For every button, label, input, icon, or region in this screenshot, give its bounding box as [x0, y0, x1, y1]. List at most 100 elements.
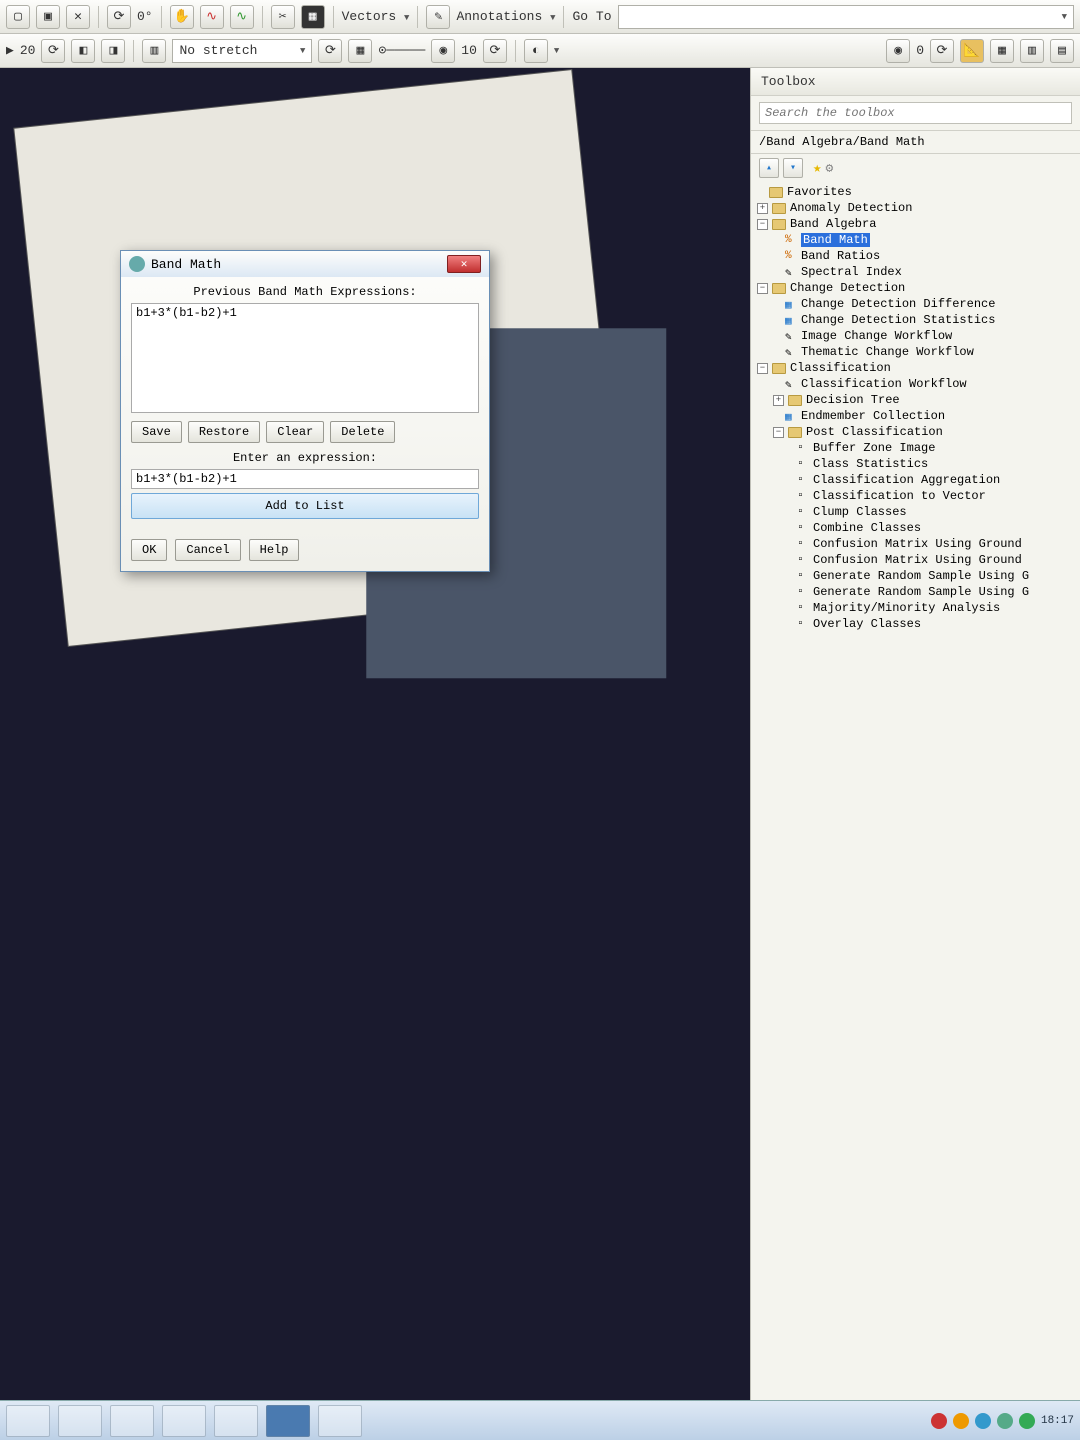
refresh-icon[interactable]: ⟳: [930, 39, 954, 63]
tree-item[interactable]: ▫Confusion Matrix Using Ground: [751, 536, 1080, 552]
dropdown-icon[interactable]: ▼: [554, 46, 559, 56]
annotations-dropdown[interactable]: Annotations ▼: [456, 9, 555, 24]
expression-input[interactable]: [131, 469, 479, 489]
delete-button[interactable]: Delete: [330, 421, 395, 443]
tool-icon[interactable]: ∿: [200, 5, 224, 29]
toolbox-search-input[interactable]: [759, 102, 1072, 124]
expander-icon[interactable]: −: [757, 283, 768, 294]
help-button[interactable]: Help: [249, 539, 300, 561]
taskbar-item[interactable]: [214, 1405, 258, 1437]
tree-item[interactable]: ✎Spectral Index: [751, 264, 1080, 280]
tool-button[interactable]: ◧: [71, 39, 95, 63]
slider[interactable]: ⊙─────: [378, 43, 425, 58]
vectors-dropdown[interactable]: Vectors ▼: [342, 9, 410, 24]
window-button[interactable]: ▢: [6, 5, 30, 29]
tree-item[interactable]: ✎Thematic Change Workflow: [751, 344, 1080, 360]
tree-folder[interactable]: +Decision Tree: [751, 392, 1080, 408]
expander-icon[interactable]: −: [757, 363, 768, 374]
tree-folder[interactable]: Favorites: [751, 184, 1080, 200]
goto-input[interactable]: ▼: [618, 5, 1075, 29]
tree-item[interactable]: ✎Classification Workflow: [751, 376, 1080, 392]
expand-down-icon[interactable]: ▾: [783, 158, 803, 178]
tree-item[interactable]: ▫Overlay Classes: [751, 616, 1080, 632]
tree-item[interactable]: ▫Majority/Minority Analysis: [751, 600, 1080, 616]
save-button[interactable]: Save: [131, 421, 182, 443]
taskbar-item[interactable]: [162, 1405, 206, 1437]
clock[interactable]: 18:17: [1041, 1415, 1074, 1427]
expressions-listbox[interactable]: b1+3*(b1-b2)+1: [131, 303, 479, 413]
tree-folder[interactable]: −Classification: [751, 360, 1080, 376]
circle-icon[interactable]: ◉: [886, 39, 910, 63]
dialog-titlebar[interactable]: Band Math ✕: [121, 251, 489, 277]
expander-icon[interactable]: +: [757, 203, 768, 214]
tree-folder[interactable]: −Change Detection: [751, 280, 1080, 296]
tree-folder[interactable]: −Band Algebra: [751, 216, 1080, 232]
system-tray[interactable]: 18:17: [931, 1413, 1074, 1429]
tree-item[interactable]: ▫Class Statistics: [751, 456, 1080, 472]
tool-icon[interactable]: ✂: [271, 5, 295, 29]
ok-button[interactable]: OK: [131, 539, 167, 561]
tree-folder[interactable]: +Anomaly Detection: [751, 200, 1080, 216]
add-to-list-button[interactable]: Add to List: [131, 493, 479, 519]
tool-button[interactable]: ▦: [990, 39, 1014, 63]
tool-button[interactable]: ▥: [1020, 39, 1044, 63]
histogram-icon[interactable]: ▥: [142, 39, 166, 63]
taskbar-item[interactable]: [6, 1405, 50, 1437]
clear-button[interactable]: Clear: [266, 421, 324, 443]
collapse-up-icon[interactable]: ▴: [759, 158, 779, 178]
expander-icon[interactable]: +: [773, 395, 784, 406]
tree-item[interactable]: ▫Combine Classes: [751, 520, 1080, 536]
window-button[interactable]: ✕: [66, 5, 90, 29]
tool-button[interactable]: ▦: [348, 39, 372, 63]
taskbar-item[interactable]: [110, 1405, 154, 1437]
tree-item[interactable]: ▫Clump Classes: [751, 504, 1080, 520]
tree-folder[interactable]: −Post Classification: [751, 424, 1080, 440]
window-button[interactable]: ▣: [36, 5, 60, 29]
restore-button[interactable]: Restore: [188, 421, 260, 443]
tool-button[interactable]: ▤: [1050, 39, 1074, 63]
zoom-arrow-icon[interactable]: ▶: [6, 43, 14, 58]
tray-icon[interactable]: [975, 1413, 991, 1429]
taskbar-item[interactable]: [58, 1405, 102, 1437]
taskbar[interactable]: 18:17: [0, 1400, 1080, 1440]
tray-icon[interactable]: [997, 1413, 1013, 1429]
refresh-icon[interactable]: ⟳: [41, 39, 65, 63]
cancel-button[interactable]: Cancel: [175, 539, 240, 561]
tray-icon[interactable]: [1019, 1413, 1035, 1429]
taskbar-item[interactable]: [266, 1405, 310, 1437]
tray-icon[interactable]: [953, 1413, 969, 1429]
tree-item[interactable]: ▫Buffer Zone Image: [751, 440, 1080, 456]
close-icon[interactable]: ✕: [447, 255, 481, 273]
tree-item[interactable]: ▦Change Detection Difference: [751, 296, 1080, 312]
tree-item[interactable]: ▦Endmember Collection: [751, 408, 1080, 424]
refresh-icon[interactable]: ⟳: [483, 39, 507, 63]
star-icon[interactable]: ★: [813, 160, 821, 177]
expression-item[interactable]: b1+3*(b1-b2)+1: [136, 306, 474, 320]
tool-button[interactable]: ◨: [101, 39, 125, 63]
expander-icon[interactable]: −: [773, 427, 784, 438]
refresh-icon[interactable]: ⟳: [318, 39, 342, 63]
tree-item[interactable]: ▦Change Detection Statistics: [751, 312, 1080, 328]
rotate-icon[interactable]: ⟳: [107, 5, 131, 29]
gear-icon[interactable]: ⚙: [825, 161, 833, 176]
tree-item[interactable]: ▫Classification to Vector: [751, 488, 1080, 504]
tool-icon[interactable]: ∿: [230, 5, 254, 29]
tree-item[interactable]: %Band Ratios: [751, 248, 1080, 264]
expander-icon[interactable]: −: [757, 219, 768, 230]
tree-item[interactable]: ▫Generate Random Sample Using G: [751, 568, 1080, 584]
tree-item[interactable]: ▫Classification Aggregation: [751, 472, 1080, 488]
tool-icon[interactable]: ▦: [301, 5, 325, 29]
tray-icon[interactable]: [931, 1413, 947, 1429]
stretch-dropdown[interactable]: No stretch ▼: [172, 39, 312, 63]
tree-item[interactable]: ▫Confusion Matrix Using Ground: [751, 552, 1080, 568]
toolbox-tree[interactable]: Favorites +Anomaly Detection −Band Algeb…: [751, 182, 1080, 1400]
tree-item[interactable]: ▫Generate Random Sample Using G: [751, 584, 1080, 600]
circle-icon[interactable]: ◉: [431, 39, 455, 63]
taskbar-item[interactable]: [318, 1405, 362, 1437]
tree-item-band-math[interactable]: %Band Math: [751, 232, 1080, 248]
annotation-icon[interactable]: ✎: [426, 5, 450, 29]
mask-icon[interactable]: ◐: [524, 39, 548, 63]
hand-icon[interactable]: ✋: [170, 5, 194, 29]
tree-item[interactable]: ✎Image Change Workflow: [751, 328, 1080, 344]
ruler-icon[interactable]: 📐: [960, 39, 984, 63]
